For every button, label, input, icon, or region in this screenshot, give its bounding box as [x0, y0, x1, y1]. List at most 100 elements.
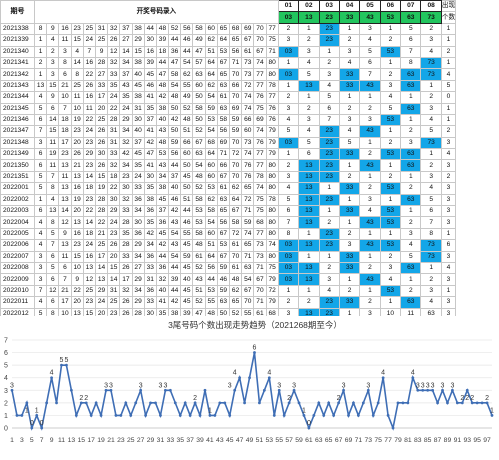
stat-cell: 5: [298, 136, 320, 150]
number-cell: 22: [82, 113, 96, 127]
number-cell: 54: [204, 125, 218, 138]
table-row: 2022008 3 5 6 10 13 14 15 26 27 33 36 44 45 52 56 59 61 63…: [0, 261, 457, 275]
stat-cell: 4: [277, 113, 300, 127]
number-cell: 21: [58, 284, 72, 298]
stat-cell: 2: [420, 22, 442, 36]
table-row: 2021351 5 7 11 13 14 15 18 23 24 30 34 37 45 48 60 67 70 7…: [0, 170, 457, 184]
number-cell: 54: [180, 56, 194, 70]
stat-cell: 43: [359, 239, 381, 252]
stat-cell: 2: [277, 91, 300, 104]
data-label: 3: [450, 382, 454, 389]
x-tick-label: 97: [483, 437, 491, 444]
number-cell: 66: [228, 79, 243, 93]
data-point: [168, 388, 172, 392]
period-cell: 2022007: [0, 250, 35, 264]
number-cell: 3: [58, 45, 72, 58]
number-cell: 3: [46, 56, 60, 70]
table-row: 2021349 6 19 23 26 29 30 33 42 45 47 53 56 60 63 64 71 72…: [0, 148, 457, 161]
data-point: [287, 401, 291, 405]
number-cell: 7: [33, 125, 48, 138]
number-cell: 3: [33, 136, 48, 150]
number-cell: 63: [216, 102, 231, 115]
number-cell: 74: [265, 239, 279, 252]
data-point: [60, 363, 63, 367]
data-label: 4: [233, 370, 237, 377]
number-cell: 73: [241, 56, 255, 70]
data-point: [282, 414, 286, 417]
number-cell: 2: [33, 56, 48, 70]
stat-cell: 13: [298, 170, 320, 184]
number-cell: 44: [180, 45, 194, 58]
data-label: 3: [431, 382, 435, 389]
count-cell: 1: [440, 284, 457, 298]
data-point: [366, 388, 370, 392]
data-point: [292, 388, 296, 392]
y-tick-label: 7: [4, 338, 8, 345]
number-cell: 13: [70, 170, 84, 184]
number-cell: 15: [46, 125, 60, 138]
number-cell: 33: [94, 79, 109, 93]
stat-cell: 3: [298, 113, 320, 127]
number-cell: 25: [82, 284, 96, 298]
number-cell: 71: [265, 45, 279, 58]
top-value-3: 23: [318, 11, 340, 24]
number-cell: 13: [58, 159, 72, 172]
stat-cell: 1: [400, 273, 422, 286]
count-cell: 3: [440, 216, 457, 229]
number-cell: 19: [70, 113, 84, 127]
number-cell: 24: [107, 91, 121, 104]
number-cell: 72: [228, 227, 243, 241]
number-cell: 42: [143, 227, 157, 241]
x-tick-label: 9: [50, 437, 54, 444]
number-cell: 65: [216, 68, 231, 81]
table-row: 2021346 6 14 18 19 22 25 28 29 30 37 40 42 48 50 53 58 59…: [0, 113, 457, 127]
number-cell: 15: [94, 170, 109, 184]
x-tick-label: 91: [454, 437, 462, 444]
stat-cell: 4: [420, 113, 442, 127]
number-cell: 51: [180, 193, 194, 207]
number-cell: 76: [265, 102, 279, 115]
stat-cell: 2: [379, 250, 402, 264]
period-cell: 2021350: [0, 159, 35, 172]
number-cell: 46: [143, 79, 157, 93]
number-cell: 55: [180, 227, 194, 241]
number-cell: 8: [46, 216, 60, 229]
number-cell: 27: [131, 261, 145, 275]
number-cell: 22: [70, 284, 84, 298]
number-cell: 43: [192, 273, 206, 286]
data-point: [134, 401, 138, 405]
number-cell: 54: [168, 250, 182, 264]
stat-cell: 2: [359, 148, 381, 161]
number-cell: 27: [94, 68, 109, 81]
data-point: [347, 414, 350, 417]
number-cell: 54: [168, 79, 182, 93]
number-cell: 75: [265, 34, 279, 47]
stat-cell: 3: [420, 170, 442, 184]
number-cell: 40: [155, 113, 170, 127]
number-cell: 61: [192, 250, 206, 264]
number-cell: 70: [253, 22, 267, 36]
number-cell: 7: [58, 273, 72, 286]
number-cell: 76: [241, 170, 255, 184]
number-cell: 34: [119, 159, 133, 172]
data-point: [74, 414, 78, 417]
number-cell: 62: [204, 193, 218, 207]
number-cell: 51: [192, 284, 206, 298]
top-label-8: 08: [420, 0, 442, 13]
number-cell: 44: [168, 159, 182, 172]
count-cell: 1: [440, 113, 457, 127]
data-point: [149, 401, 152, 405]
data-label: 3: [109, 382, 113, 389]
number-cell: 56: [180, 22, 194, 36]
number-cell: 28: [94, 56, 109, 70]
data-point: [431, 388, 435, 392]
number-cell: 24: [107, 216, 121, 229]
number-cell: 31: [107, 284, 121, 298]
data-point: [218, 401, 222, 405]
number-cell: 66: [180, 136, 194, 150]
data-point: [460, 401, 464, 405]
data-point: [356, 414, 360, 417]
number-cell: 7: [46, 239, 60, 252]
data-point: [421, 388, 425, 392]
number-cell: 29: [131, 34, 145, 47]
